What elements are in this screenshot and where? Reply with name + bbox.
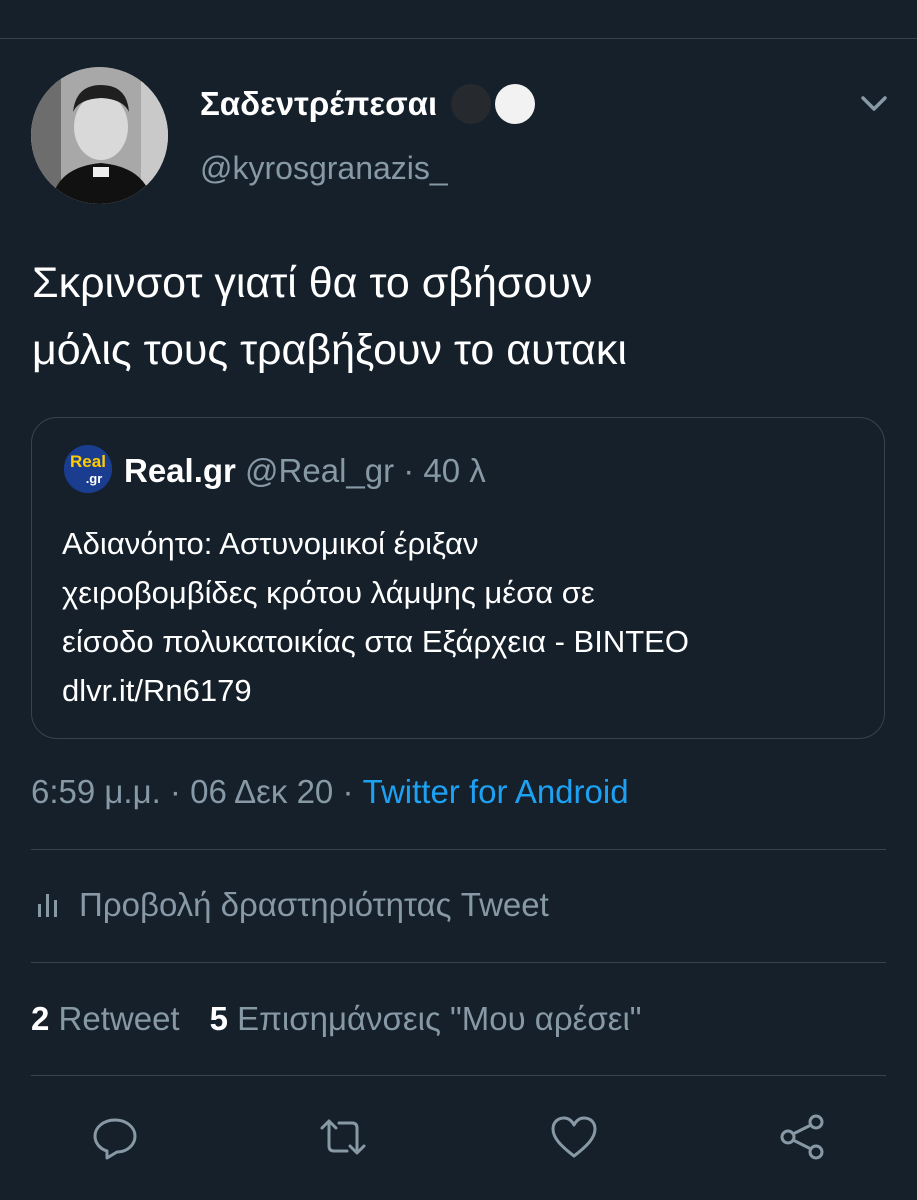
quoted-text-line: χειροβομβίδες κρότου λάμψης μέσα σε	[62, 575, 595, 610]
reply-icon[interactable]	[90, 1112, 140, 1162]
black-circle-icon	[451, 84, 492, 124]
share-icon[interactable]	[778, 1112, 828, 1162]
like-label: Επισημάνσεις "Μου αρέσει"	[227, 1000, 642, 1037]
quoted-account-logo: Real .gr	[64, 445, 112, 493]
tweet-meta: 6:59 μ.μ. · 06 Δεκ 20 · Twitter for Andr…	[31, 773, 629, 811]
view-activity-button[interactable]: Προβολή δραστηριότητας Tweet	[31, 886, 549, 924]
tweet-text-line: μόλις τους τραβήξουν το αυτακι	[32, 326, 627, 374]
quoted-text: Αδιανόητο: Αστυνομικοί έριξαν χειροβομβί…	[62, 519, 872, 715]
chevron-down-icon[interactable]	[855, 90, 893, 120]
tweet-text-line: Σκρινσοτ γιατί θα το σβήσουν	[32, 259, 593, 307]
display-name-text: Σαδεντρέπεσαι	[200, 85, 438, 122]
logo-text-top: Real	[70, 452, 106, 471]
name-emojis	[451, 84, 536, 124]
view-activity-label: Προβολή δραστηριότητας Tweet	[79, 886, 549, 923]
quoted-handle-time: @Real_gr · 40 λ	[235, 452, 486, 489]
source-link[interactable]: Twitter for Android	[363, 773, 629, 810]
quoted-link: dlvr.it/Rn6179	[62, 673, 252, 708]
retweet-label: Retweet	[49, 1000, 180, 1037]
quoted-text-line: Αδιανόητο: Αστυνομικοί έριξαν	[62, 526, 479, 561]
avatar[interactable]	[31, 67, 168, 204]
display-name[interactable]: Σαδεντρέπεσαι	[200, 84, 536, 124]
like-stat[interactable]: 5 Επισημάνσεις "Μου αρέσει"	[210, 1000, 642, 1037]
quoted-name: Real.gr	[124, 452, 236, 489]
top-divider	[0, 38, 917, 39]
logo-text-bottom: .gr	[86, 471, 103, 486]
avatar-photo	[31, 67, 168, 204]
bar-chart-icon	[38, 894, 57, 917]
quoted-header: Real.gr @Real_gr · 40 λ	[124, 452, 486, 490]
divider	[31, 1075, 886, 1076]
tweet-stats: 2 Retweet 5 Επισημάνσεις "Μου αρέσει"	[31, 1000, 641, 1038]
heart-icon[interactable]	[549, 1112, 599, 1162]
tweet-text: Σκρινσοτ γιατί θα το σβήσουν μόλις τους …	[32, 250, 892, 384]
divider	[31, 849, 886, 850]
retweet-stat[interactable]: 2 Retweet	[31, 1000, 180, 1037]
like-count: 5	[209, 1000, 228, 1037]
timestamp: 6:59 μ.μ. · 06 Δεκ 20 ·	[31, 773, 363, 810]
white-circle-icon	[495, 84, 536, 124]
retweet-count: 2	[31, 1000, 50, 1037]
quoted-tweet-card[interactable]: Real .gr Real.gr @Real_gr · 40 λ Αδιανόη…	[31, 417, 885, 739]
user-handle[interactable]: @kyrosgranazis_	[200, 150, 448, 187]
retweet-icon[interactable]	[318, 1112, 368, 1162]
quoted-text-line: είσοδο πολυκατοικίας στα Εξάρχεια - ΒΙΝΤ…	[62, 624, 689, 659]
divider	[31, 962, 886, 963]
